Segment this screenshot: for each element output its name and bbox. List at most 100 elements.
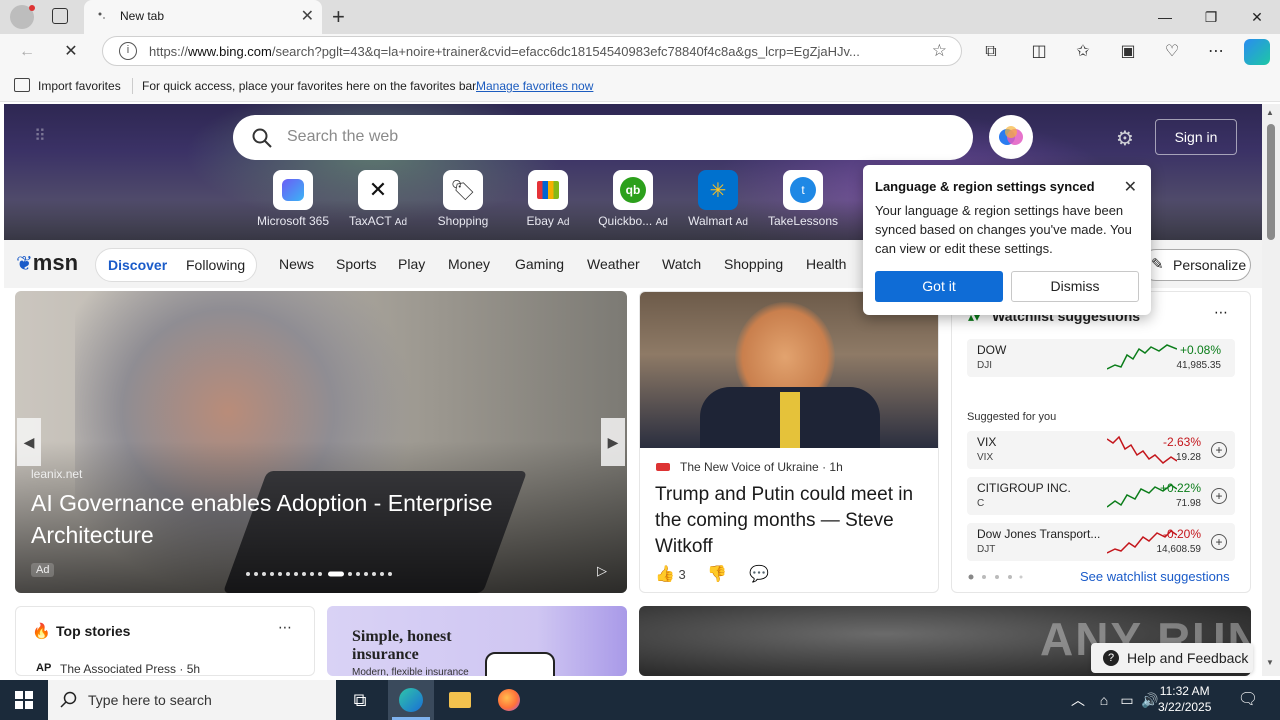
url-text[interactable]: https://www.bing.com/search?pglt=43&q=la… [149,44,924,59]
windows-start-icon[interactable] [10,686,38,714]
site-info-icon[interactable]: i [119,42,137,60]
file-explorer-icon[interactable] [446,686,474,714]
card-headline[interactable]: AI Governance enables Adoption - Enterpr… [31,487,591,551]
import-favorites-button[interactable]: Import favorites [38,79,121,93]
nav-gaming[interactable]: Gaming [515,256,564,272]
close-tab-icon[interactable]: ✕ [301,6,314,26]
personalize-button[interactable]: ✎ Personalize [1140,249,1251,281]
tab-new-tab[interactable]: New tab ✕ [84,0,322,34]
thumbs-up-icon[interactable]: 👍 [655,566,675,583]
news-headline[interactable]: Trump and Putin could meet in the coming… [655,482,930,560]
profile-avatar[interactable] [10,5,35,29]
show-hidden-icons[interactable]: ︿ [1064,686,1092,714]
stock-change: +0.22% [1159,481,1201,495]
got-it-button[interactable]: Got it [875,271,1003,302]
quickbooks-icon: qb [613,170,653,210]
scroll-thumb[interactable] [1267,124,1275,240]
stock-symbol: VIX [977,452,994,463]
stop-loading-icon[interactable]: ✕ [58,40,84,64]
add-to-watchlist-icon[interactable]: + [1211,488,1227,504]
close-window-icon[interactable]: ✕ [1234,4,1280,30]
quick-link-label: Ebay [526,214,554,228]
quick-link-walmart[interactable]: ✳ Walmart Ad [678,170,758,228]
carousel-next-button[interactable]: ▶ [601,418,625,466]
minimize-icon[interactable]: — [1142,4,1188,30]
nav-weather[interactable]: Weather [587,256,640,272]
insurance-ad-card[interactable]: Simple, honest insurance Modern, flexibl… [327,606,627,676]
nav-money[interactable]: Money [448,256,490,272]
stock-row-citigroup[interactable]: CITIGROUP INC. C +0.22% 71.98 + [967,477,1235,515]
quick-link-takelessons[interactable]: t TakeLessons [763,170,843,228]
favbar-message: For quick access, place your favorites h… [142,79,479,93]
address-bar[interactable]: i https://www.bing.com/search?pglt=43&q=… [102,36,962,66]
collections-icon[interactable]: ▣ [1115,40,1141,64]
search-box[interactable] [233,115,973,160]
favorite-star-icon[interactable]: ☆ [932,41,947,61]
quick-link-microsoft-365[interactable]: Microsoft 365 [253,170,333,228]
stock-row-dow[interactable]: DOW DJI +0.08% 41,985.35 [967,339,1235,377]
quick-link-quickbooks[interactable]: qb Quickbo... Ad [593,170,673,228]
settings-gear-icon[interactable]: ⚙ [1116,126,1134,151]
ad-label: Ad [557,217,570,228]
copilot-button[interactable] [989,115,1033,159]
nav-news[interactable]: News [279,256,314,272]
top-stories-title[interactable]: Top stories [56,623,130,639]
featured-ad-card[interactable]: leanix.net AI Governance enables Adoptio… [15,291,627,593]
news-actions: 👍 3 👎 💬 [655,564,769,584]
add-to-watchlist-icon[interactable]: + [1211,442,1227,458]
nav-watch[interactable]: Watch [662,256,701,272]
nav-shopping[interactable]: Shopping [724,256,783,272]
quick-link-shopping[interactable]: 🏷 Shopping [423,170,503,228]
extensions-icon[interactable]: ⧉ [978,40,1004,64]
taskbar-search[interactable]: Type here to search [48,680,336,720]
manage-favorites-link[interactable]: Manage favorites now [476,79,593,93]
carousel-prev-button[interactable]: ◀ [17,418,41,466]
quick-link-ebay[interactable]: Ebay Ad [508,170,588,228]
dismiss-button[interactable]: Dismiss [1011,271,1139,302]
see-watchlist-link[interactable]: See watchlist suggestions [1080,569,1230,584]
more-menu-icon[interactable]: ⋯ [1203,40,1229,64]
news-source: The New Voice of Ukraine · 1h [680,460,843,474]
copilot-sidebar-icon[interactable] [1244,39,1270,65]
tab-following[interactable]: Following [186,257,245,273]
firefox-icon[interactable] [495,686,523,714]
page-scrollbar[interactable]: ▲ ▼ [1262,104,1280,676]
nav-sports[interactable]: Sports [336,256,376,272]
quick-link-taxact[interactable]: ✕ TaxACT Ad [338,170,418,228]
scroll-down-icon[interactable]: ▼ [1266,658,1274,667]
taskbar-clock[interactable]: 11:32 AM 3/22/2025 [1158,683,1211,715]
tab-discover[interactable]: Discover [108,257,167,273]
feed-toggle: Discover Following [95,248,257,282]
news-card[interactable]: The New Voice of Ukraine · 1h Trump and … [639,291,939,593]
carousel-dots[interactable] [245,571,395,577]
new-tab-icon[interactable]: + [332,4,345,30]
back-icon[interactable]: ← [14,40,40,64]
top-stories-more-icon[interactable]: ⋯ [278,619,292,636]
msn-logo[interactable]: ❦msn [16,250,78,276]
ad-choices-icon[interactable]: ▷ [597,563,607,579]
search-input[interactable] [287,125,947,149]
watchlist-more-icon[interactable]: ⋯ [1214,304,1228,321]
help-feedback-button[interactable]: ? Help and Feedback [1091,643,1253,673]
nav-health[interactable]: Health [806,256,846,272]
add-to-watchlist-icon[interactable]: + [1211,534,1227,550]
apps-grid-icon[interactable]: ⠿ [34,126,46,146]
task-view-icon[interactable]: ⧉ [346,686,374,714]
notifications-icon[interactable]: 🗨 [1234,686,1262,714]
restore-icon[interactable]: ❐ [1188,4,1234,30]
tab-actions-icon[interactable] [52,8,68,24]
browser-essentials-icon[interactable]: ♡ [1159,40,1185,64]
popup-close-icon[interactable]: ✕ [1124,177,1137,197]
split-screen-icon[interactable]: ◫ [1026,40,1052,64]
sign-in-button[interactable]: Sign in [1155,119,1237,155]
nav-play[interactable]: Play [398,256,425,272]
favorites-icon[interactable]: ✩ [1070,40,1096,64]
comment-icon[interactable]: 💬 [749,566,769,583]
stock-row-vix[interactable]: VIX VIX -2.63% 19.28 + [967,431,1235,469]
taskbar-edge[interactable] [388,680,434,720]
microsoft-365-icon [273,170,313,210]
watchlist-page-dots[interactable] [968,574,1028,580]
stock-row-djt[interactable]: Dow Jones Transport... DJT -0.20% 14,608… [967,523,1235,561]
thumbs-down-icon[interactable]: 👎 [707,566,727,583]
scroll-up-icon[interactable]: ▲ [1266,108,1274,117]
